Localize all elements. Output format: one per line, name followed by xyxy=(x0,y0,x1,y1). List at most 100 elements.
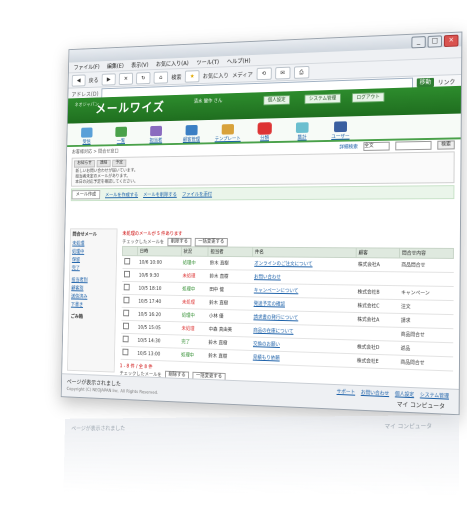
warning-text: 未処理のメールが 5 件あります xyxy=(122,230,183,237)
browser-window: _ □ × ファイル(F) 編集(E) 表示(V) お気に入り(A) ツール(T… xyxy=(60,31,463,416)
nav-item[interactable]: テンプレート xyxy=(210,121,245,142)
footer-link[interactable]: サポート xyxy=(336,388,355,396)
footer-link[interactable]: 個人設定 xyxy=(395,390,414,398)
col-date[interactable]: 日時 xyxy=(137,246,182,257)
media-label[interactable]: メディア xyxy=(232,70,253,78)
back-icon[interactable]: ◀ xyxy=(71,74,86,87)
stop-icon[interactable]: ✕ xyxy=(118,72,134,85)
favorites-label[interactable]: お気に入り xyxy=(203,70,229,79)
maximize-icon[interactable]: □ xyxy=(427,35,443,48)
checkbox[interactable] xyxy=(122,348,128,356)
menu-help[interactable]: ヘルプ(H) xyxy=(227,56,251,65)
search-button[interactable]: 検索 xyxy=(437,139,455,150)
action-link[interactable]: メールを削除する xyxy=(143,191,177,198)
print-icon[interactable]: ⎙ xyxy=(293,65,310,79)
col-owner[interactable]: 担当者 xyxy=(208,246,253,257)
notice-tab[interactable]: お知らせ xyxy=(73,160,96,168)
menu-tools[interactable]: ツール(T) xyxy=(196,57,219,66)
col-customer[interactable]: 顧客 xyxy=(356,247,400,259)
personal-settings-button[interactable]: 個人設定 xyxy=(263,95,291,106)
system-admin-button[interactable]: システム管理 xyxy=(304,93,341,105)
checkbox[interactable] xyxy=(122,309,129,317)
row-subject[interactable]: オンラインのご注文について xyxy=(252,256,357,272)
row-checkbox xyxy=(121,307,137,321)
row-status: 処理中 xyxy=(180,256,209,270)
nav-item[interactable]: 受信 xyxy=(70,125,103,146)
star-icon[interactable]: ★ xyxy=(184,69,200,83)
nav-item[interactable]: 担当者 xyxy=(139,123,173,144)
menu-edit[interactable]: 編集(E) xyxy=(107,61,124,70)
action-link[interactable]: ファイルを添付 xyxy=(182,191,212,197)
nav-icon-glyph xyxy=(81,127,93,138)
search-input[interactable] xyxy=(395,140,432,150)
checkbox[interactable] xyxy=(123,296,130,304)
row-customer: 株式会社C xyxy=(355,298,400,314)
forward-icon[interactable]: ▶ xyxy=(101,72,116,86)
sidebar-item[interactable]: 完了 xyxy=(72,265,115,274)
trash-link[interactable]: ごみ箱 xyxy=(71,313,114,322)
notice-tab[interactable]: 予定 xyxy=(112,159,127,168)
nav-item[interactable]: 分類 xyxy=(247,120,283,142)
nav-icon-glyph xyxy=(257,122,272,135)
minimize-icon[interactable]: _ xyxy=(411,36,426,49)
mail-icon[interactable]: ✉ xyxy=(274,66,291,80)
menu-favorites[interactable]: お気に入り(A) xyxy=(156,59,189,68)
row-checkbox xyxy=(121,294,137,308)
close-icon[interactable]: × xyxy=(443,34,459,48)
home-icon[interactable]: ⌂ xyxy=(153,70,169,84)
row-topic: 商品問合せ xyxy=(398,327,453,343)
checkbox[interactable] xyxy=(123,257,130,265)
compose-button[interactable]: メール作成 xyxy=(71,190,101,200)
nav-item-label: 一覧 xyxy=(116,138,126,145)
security-zone: マイ コンピュータ xyxy=(396,401,445,411)
checkbox[interactable] xyxy=(122,322,129,330)
refresh-icon[interactable]: ↻ xyxy=(136,71,151,84)
nav-item[interactable]: 集計 xyxy=(284,119,320,141)
menu-view[interactable]: 表示(V) xyxy=(131,60,148,69)
breadcrumb: お客様対応 > 問合せ窓口 xyxy=(71,148,119,155)
pager-count: 1 - 8 件 / 全 8 件 xyxy=(119,363,153,371)
logout-button[interactable]: ログアウト xyxy=(351,92,385,103)
row-customer xyxy=(355,326,399,342)
user-info: 清水 健作 さん xyxy=(193,98,223,105)
window-reflection: ページが表示されました マイ コンピュータ xyxy=(63,415,460,496)
row-owner: 鈴木 直樹 xyxy=(206,335,252,351)
history-icon[interactable]: ⟲ xyxy=(256,66,272,80)
row-checkbox xyxy=(121,268,138,282)
row-customer xyxy=(355,271,400,286)
checkbox[interactable] xyxy=(123,270,130,278)
row-date: 10/5 15:05 xyxy=(135,320,180,335)
nav-item-label: 分類 xyxy=(260,135,270,142)
col-status[interactable]: 状況 xyxy=(181,246,209,257)
row-subject[interactable]: 見積もり依頼 xyxy=(250,350,356,368)
row-status: 未処理 xyxy=(179,321,208,336)
row-customer: 株式会社A xyxy=(355,257,400,272)
row-status: 処理中 xyxy=(179,348,207,363)
bulk-label: チェックしたメールを xyxy=(122,239,165,246)
nav-item[interactable]: 顧客管理 xyxy=(174,122,209,143)
nav-item[interactable]: ユーザー xyxy=(322,118,359,140)
nav-item-label: 担当者 xyxy=(149,137,163,144)
mail-list-area: 未処理のメールが 5 件あります チェックしたメールを 削除する 一括変更する … xyxy=(120,228,455,385)
footer-link[interactable]: システム管理 xyxy=(420,391,449,399)
notice-tab[interactable]: 連絡 xyxy=(96,159,111,168)
checkbox[interactable] xyxy=(123,283,130,291)
search-toolbar-label[interactable]: 検索 xyxy=(171,72,181,81)
advanced-search-link[interactable]: 詳細検索 xyxy=(339,143,358,150)
row-owner: 鈴木 直樹 xyxy=(206,349,252,364)
search-scope-select[interactable]: 全文 xyxy=(363,141,390,151)
action-link[interactable]: メールを作成する xyxy=(105,191,138,198)
mail-table: 日時 状況 担当者 件名 顧客 問合せ内容 10/6 10:00 処理中 鈴木 直樹… xyxy=(120,246,454,372)
nav-item[interactable]: 一覧 xyxy=(104,124,137,145)
col-topic[interactable]: 問合せ内容 xyxy=(399,248,454,259)
row-topic: キャンペーン xyxy=(399,285,454,301)
footer-link[interactable]: お問い合わせ xyxy=(361,389,389,397)
bulk-delete-button[interactable]: 削除する xyxy=(167,237,192,247)
sidebar-item[interactable]: 未処理 xyxy=(72,240,115,248)
checkbox[interactable] xyxy=(122,335,129,343)
bulk-change-button[interactable]: 一括変更する xyxy=(194,237,228,247)
menu-file[interactable]: ファイル(F) xyxy=(74,62,100,71)
nav-icon-glyph xyxy=(185,124,198,136)
app-logo: メールワイズ xyxy=(95,100,165,117)
row-status: 未処理 xyxy=(180,295,208,310)
